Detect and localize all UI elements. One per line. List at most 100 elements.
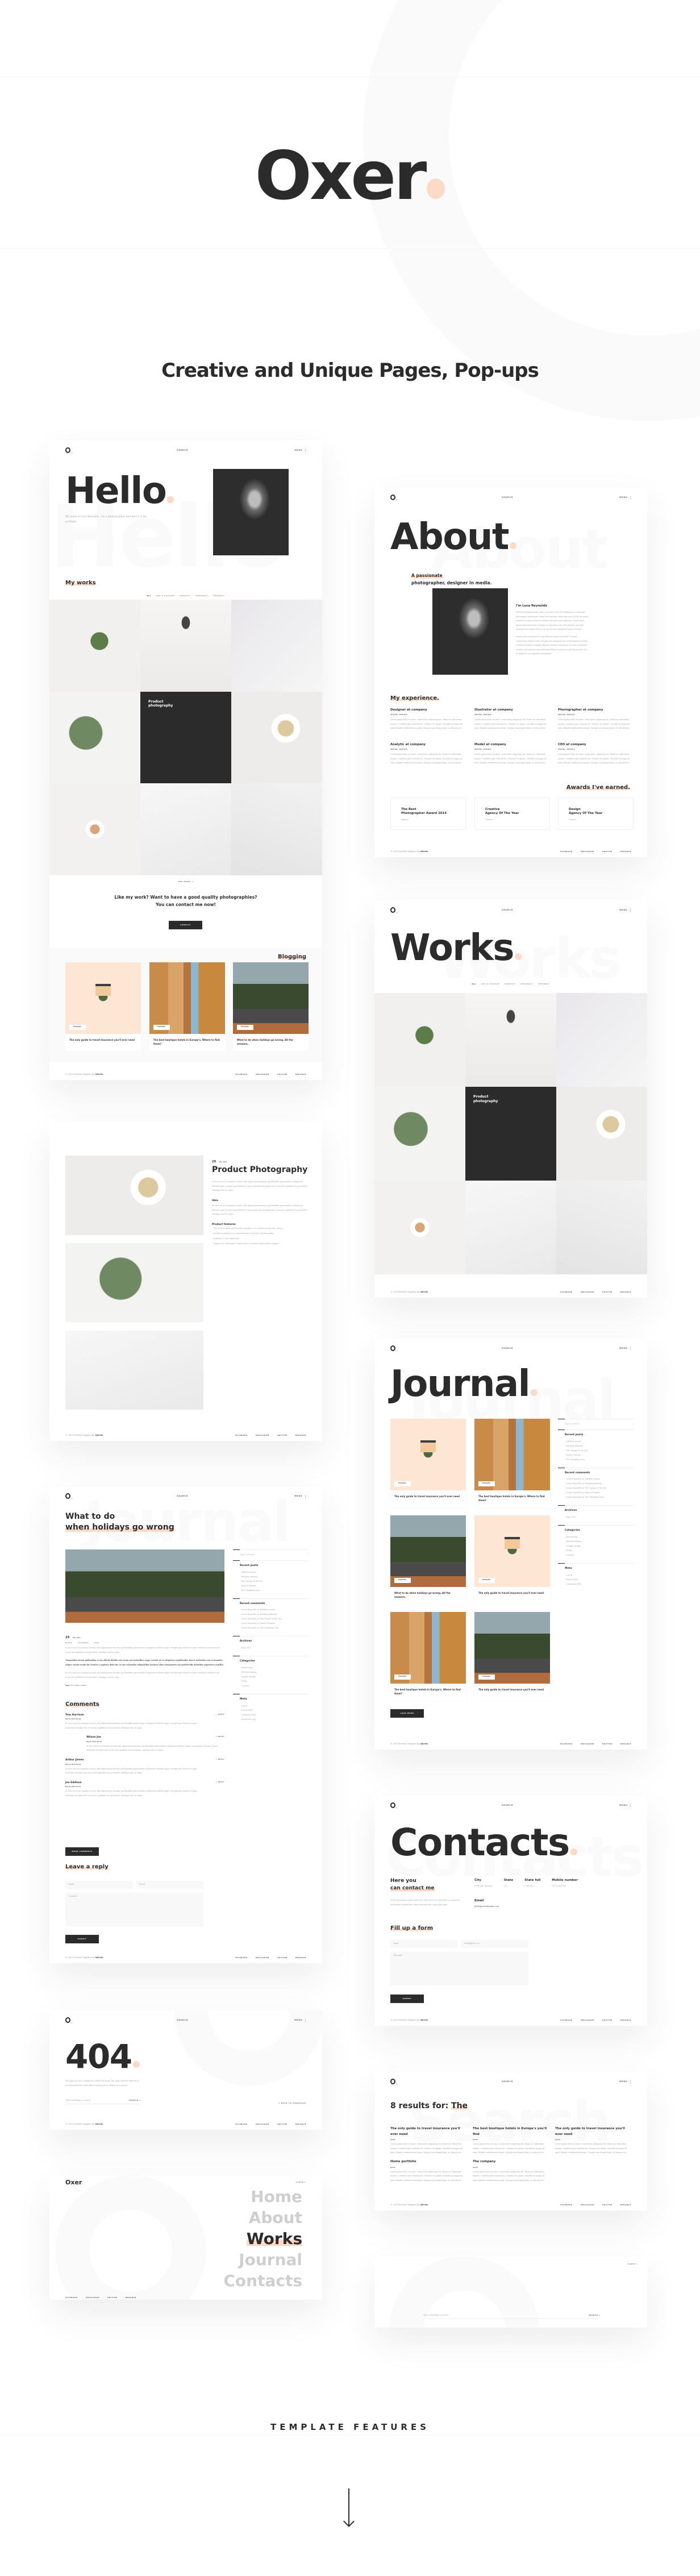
social-link[interactable]: INSTAGRAM (256, 2123, 269, 2125)
sidebar-link[interactable]: Lucas Reynolds on Hacking industry (240, 1612, 309, 1617)
social-link[interactable]: BEHANCE (620, 2204, 631, 2206)
sidebar-link[interactable]: HTML (565, 1548, 634, 1553)
search-result[interactable]: The company Journal Lorem ipsum dolor sit … (473, 2159, 548, 2183)
sidebar-link[interactable]: Lucas Reynolds on Jellyfish season (240, 1607, 309, 1612)
social-link[interactable]: BEHANCE (295, 2123, 306, 2125)
message-textarea[interactable]: Message (390, 1952, 528, 1985)
sidebar-link[interactable]: Wind of Names (240, 1584, 309, 1588)
social-link[interactable]: TWITTER (107, 2296, 118, 2299)
sidebar-link[interactable]: Advertising (565, 1535, 634, 1539)
gallery-item[interactable] (374, 993, 465, 1087)
social-link[interactable]: BEHANCE (620, 850, 631, 853)
social-link[interactable]: BEHANCE (295, 1434, 306, 1436)
sidebar-link[interactable]: Lucas Reynolds on Wind of Names (565, 1490, 634, 1495)
contact-button[interactable]: CONTACT (169, 921, 202, 929)
submit-button[interactable]: SUBMIT (390, 1995, 424, 2003)
gallery-item[interactable] (231, 600, 322, 692)
tag-badge[interactable]: TRAVEL (478, 1675, 495, 1680)
tag-badge[interactable]: TRAVEL (394, 1675, 411, 1680)
logo-icon[interactable] (390, 1345, 398, 1352)
name-input[interactable]: Name (390, 1940, 457, 1948)
search-link[interactable]: SEARCH (502, 1347, 513, 1349)
search-link[interactable]: SEARCH (502, 909, 513, 911)
sidebar-link[interactable]: Creative (240, 1684, 309, 1688)
sidebar-link[interactable]: Web-developing (565, 1539, 634, 1544)
social-link[interactable]: BEHANCE (126, 2296, 136, 2299)
social-link[interactable]: BEHANCE (620, 2019, 631, 2021)
comments-link[interactable]: Comments (4) (78, 1642, 89, 1644)
social-link[interactable]: FACEBOOK (560, 2019, 573, 2021)
filter-tab[interactable]: PRODUCT (180, 595, 190, 597)
close-button[interactable]: CLOSE × (627, 2263, 638, 2265)
sidebar-link[interactable]: Wind of Names (565, 1453, 634, 1457)
menu-logo[interactable]: Oxer. (65, 2179, 84, 2186)
menu-button[interactable]: MENU (294, 2018, 306, 2022)
gallery-item[interactable] (556, 1181, 647, 1274)
search-result[interactable]: The best boutique hotels in Europe's you… (473, 2126, 548, 2155)
gallery-item[interactable] (556, 993, 647, 1087)
author-link[interactable]: Adveits (420, 850, 428, 853)
sidebar-link[interactable]: Web-developing (240, 1670, 309, 1675)
tags-links[interactable]: Art, Culture, Capital (70, 1684, 86, 1686)
gallery-item[interactable] (465, 993, 556, 1087)
filter-tab[interactable]: ART & CULTURE (481, 983, 499, 985)
menu-button[interactable]: MENU (619, 1804, 631, 1807)
post-title[interactable]: The best boutique hotels in Europe's. Wh… (149, 1034, 225, 1051)
sidebar-link[interactable]: Jellyfish season (240, 1570, 309, 1574)
menu-button[interactable]: MENU (294, 448, 306, 452)
sidebar-link[interactable]: The Twinkling Year (240, 1588, 309, 1593)
social-link[interactable]: FACEBOOK (235, 1073, 248, 1075)
sidebar-link[interactable]: HTML (240, 1679, 309, 1684)
menu-item-about[interactable]: About (223, 2207, 302, 2228)
social-link[interactable]: INSTAGRAM (581, 850, 594, 853)
sidebar-link[interactable]: Hacking industry (240, 1574, 309, 1579)
search-submit[interactable]: SEARCH → (589, 2314, 601, 2316)
sidebar-link[interactable]: The Twinkling Year (565, 1457, 634, 1462)
tag-badge[interactable]: TRAVEL (237, 1025, 253, 1030)
gallery-item[interactable] (374, 1087, 465, 1181)
sidebar-link[interactable]: Lucas Reynolds on The Twinkling Year (565, 1495, 634, 1499)
email-input[interactable]: Email/phone no. (461, 1940, 528, 1948)
sidebar-link[interactable]: Entries RSS (240, 1708, 309, 1713)
gallery-item[interactable] (49, 600, 140, 692)
blog-post-card[interactable]: TRAVEL The only guide to travel insurance… (65, 962, 141, 1051)
submit-button[interactable]: SUBMIT (65, 1935, 99, 1943)
post-title[interactable]: What to do when holidays go wrong. All t… (233, 1034, 309, 1051)
social-link[interactable]: FACEBOOK (235, 1434, 248, 1436)
search-link[interactable]: SEARCH (177, 449, 188, 451)
social-link[interactable]: INSTAGRAM (256, 1434, 269, 1436)
social-link[interactable]: INSTAGRAM (581, 1743, 594, 1745)
social-link[interactable]: INSTAGRAM (256, 1073, 269, 1075)
sidebar-link[interactable]: Comments RSS (240, 1713, 309, 1717)
logo-icon[interactable] (390, 2079, 398, 2085)
social-link[interactable]: TWITTER (277, 1956, 288, 1959)
post-title[interactable]: The best boutique hotels in Europe's. Wh… (390, 1684, 466, 1701)
menu-button[interactable]: MENU (294, 1494, 306, 1498)
search-result[interactable]: The only guide to travel insurance you'l… (555, 2126, 631, 2155)
gallery-item[interactable] (231, 691, 322, 784)
sidebar-link[interactable]: Lucas Reynolds on The Voyage of the Eye (565, 1486, 634, 1490)
social-link[interactable]: INSTAGRAM (581, 2204, 594, 2206)
more-comments-button[interactable]: MORE COMMENTS (65, 1847, 99, 1856)
reply-button[interactable]: ← REPLY (216, 1781, 224, 1783)
sidebar-link[interactable]: Hacking industry (565, 1444, 634, 1448)
search-input[interactable]: Type something to search SEARCH → (423, 2314, 601, 2319)
journal-post-card[interactable]: TRAVEL The only guide to travel insurance… (474, 1612, 550, 1701)
gallery-item[interactable] (374, 1181, 465, 1274)
search-link[interactable]: SEARCH (177, 1495, 188, 1497)
filter-tab[interactable]: ART & CULTURE (156, 595, 174, 597)
tag-badge[interactable]: TRAVEL (153, 1025, 170, 1030)
sidebar-link[interactable]: WordPress.org (240, 1717, 309, 1722)
sidebar-link[interactable]: Graphic design (240, 1675, 309, 1679)
sidebar-link[interactable]: Comments RSS (565, 1582, 634, 1586)
gallery-item[interactable] (556, 1087, 647, 1181)
social-link[interactable]: BEHANCE (295, 1956, 306, 1959)
social-link[interactable]: TWITTER (277, 1434, 288, 1436)
sidebar-link[interactable]: Jellyfish season (565, 1439, 634, 1444)
author-link[interactable]: Adveits (95, 2123, 103, 2125)
sidebar-link[interactable]: The Voyage of the Eye (565, 1448, 634, 1453)
gallery-item[interactable] (49, 691, 140, 784)
result-title[interactable]: The company (473, 2159, 548, 2165)
social-link[interactable]: FACEBOOK (235, 1956, 248, 1959)
search-submit[interactable]: SEARCH → (129, 2099, 141, 2101)
